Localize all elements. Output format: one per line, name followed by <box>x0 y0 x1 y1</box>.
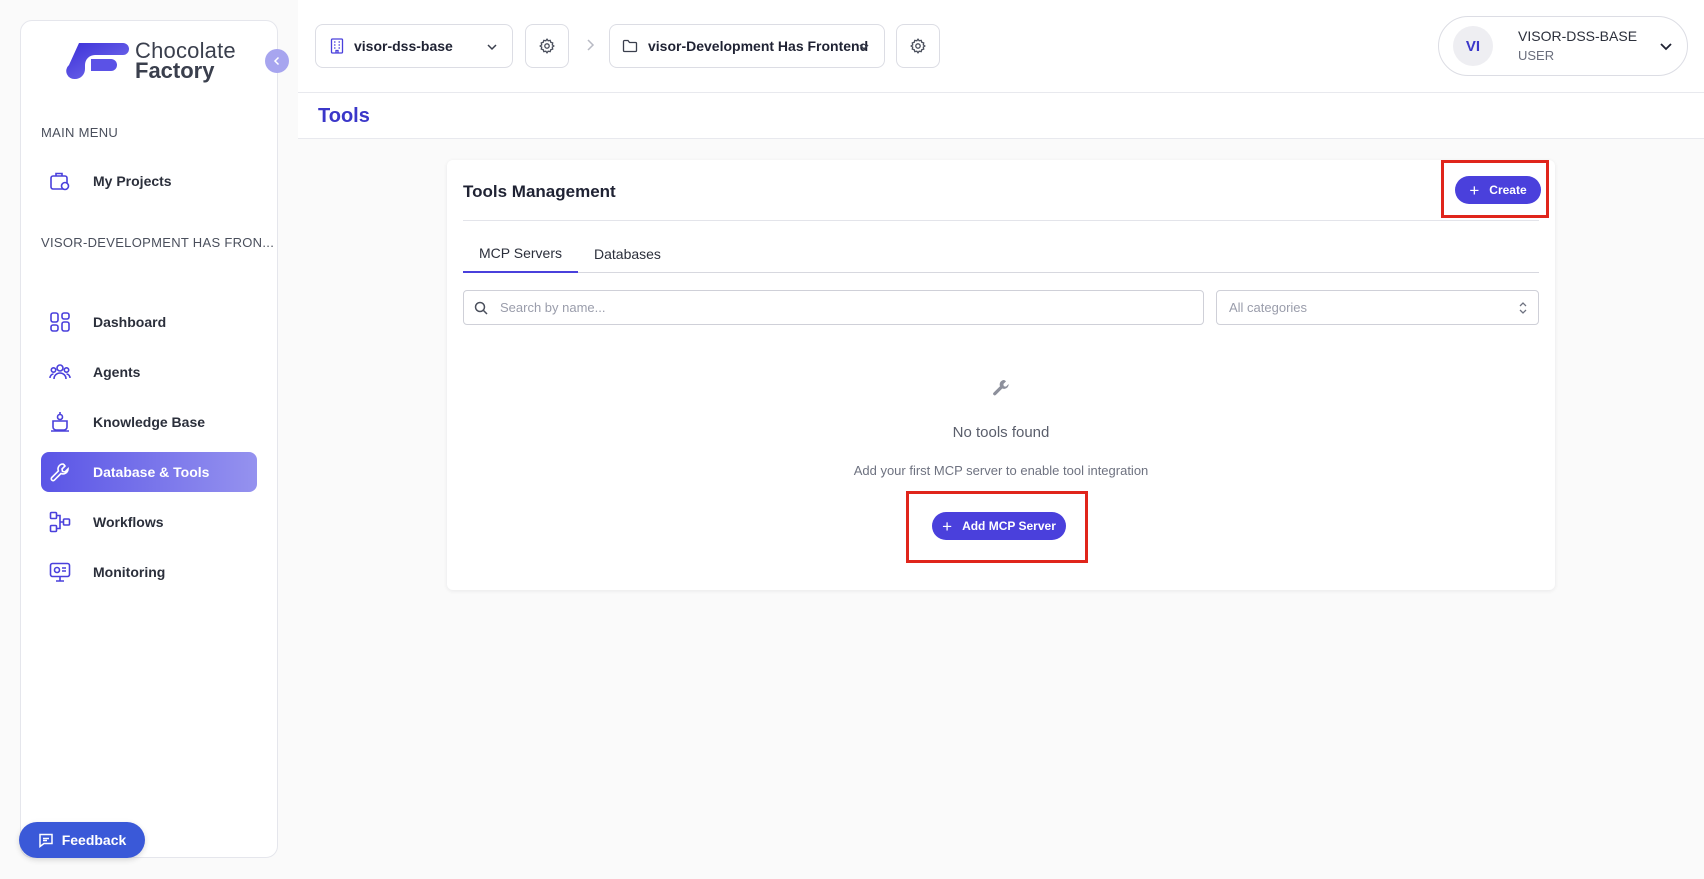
divider <box>463 220 1539 221</box>
main-menu-title: MAIN MENU <box>41 125 119 140</box>
chevron-down-icon <box>1659 39 1673 53</box>
chevron-down-icon <box>858 41 870 53</box>
user-role: USER <box>1518 48 1555 63</box>
sidebar-item-my-projects[interactable]: My Projects <box>41 161 257 201</box>
avatar: VI <box>1453 26 1493 66</box>
organization-settings-button[interactable] <box>525 24 569 68</box>
chocolate-factory-logo-icon <box>65 39 129 83</box>
folder-icon <box>622 39 638 53</box>
search-input[interactable] <box>500 300 1180 315</box>
page-title: Tools <box>318 105 370 127</box>
empty-state-subtitle: Add your first MCP server to enable tool… <box>853 463 1149 478</box>
organization-selector[interactable]: visor-dss-base <box>315 24 513 68</box>
project-name: visor-Development Has Frontend <box>648 38 869 54</box>
sidebar-item-label: Monitoring <box>93 564 166 580</box>
tab-mcp-servers[interactable]: MCP Servers <box>463 235 578 273</box>
plus-icon: + <box>1469 180 1480 200</box>
category-select-value: All categories <box>1229 300 1308 315</box>
organization-name: visor-dss-base <box>354 38 453 54</box>
add-mcp-server-button[interactable]: + Add MCP Server <box>932 512 1066 540</box>
feedback-label: Feedback <box>61 832 127 848</box>
card-title: Tools Management <box>463 182 616 201</box>
projects-icon <box>49 170 71 192</box>
sidebar-item-workflows[interactable]: Workflows <box>41 502 257 542</box>
agents-icon <box>49 361 71 383</box>
sidebar-item-knowledge-base[interactable]: Knowledge Base <box>41 402 257 442</box>
create-button[interactable]: + Create <box>1455 176 1541 204</box>
add-mcp-server-highlight: + Add MCP Server <box>906 491 1088 563</box>
page-header: Tools <box>298 93 1704 139</box>
user-menu[interactable]: VI VISOR-DSS-BASE USER <box>1438 16 1688 76</box>
breadcrumb-chevron-icon <box>584 38 596 52</box>
sidebar-item-label: Agents <box>93 364 141 380</box>
sidebar-item-monitoring[interactable]: Monitoring <box>41 552 257 592</box>
workflows-icon <box>49 511 71 533</box>
gear-icon <box>539 38 555 54</box>
tools-management-card: Tools Management + Create MCP Servers Da… <box>447 160 1555 590</box>
sidebar-item-label: Workflows <box>93 514 164 530</box>
brand-logo[interactable]: Chocolate Factory <box>65 39 236 83</box>
sidebar-item-database-tools[interactable]: Database & Tools <box>41 452 257 492</box>
chat-bubble-icon <box>38 832 62 848</box>
create-label: Create <box>1489 183 1527 197</box>
wrench-icon <box>49 461 71 483</box>
add-mcp-server-label: Add MCP Server <box>962 519 1056 533</box>
plus-icon: + <box>942 516 953 536</box>
user-name: VISOR-DSS-BASE <box>1518 28 1638 44</box>
sidebar-item-label: Knowledge Base <box>93 414 206 430</box>
create-button-highlight: + Create <box>1441 160 1549 218</box>
feedback-button[interactable]: Feedback <box>19 822 145 858</box>
sidebar-item-label: My Projects <box>93 173 172 189</box>
project-section-title: VISOR-DEVELOPMENT HAS FRON... <box>41 235 275 250</box>
monitoring-icon <box>49 561 71 583</box>
brand-line-2: Factory <box>135 58 215 83</box>
gear-icon <box>910 38 926 54</box>
chevron-down-icon <box>486 41 498 53</box>
tab-bar: MCP Servers Databases <box>463 235 1539 273</box>
collapse-sidebar-button[interactable] <box>265 49 289 73</box>
knowledge-base-icon <box>49 411 71 433</box>
sidebar-item-label: Dashboard <box>93 314 167 330</box>
wrench-icon <box>991 378 1011 398</box>
dashboard-icon <box>49 311 71 333</box>
chevron-left-icon <box>272 56 282 66</box>
category-select[interactable]: All categories <box>1216 290 1539 325</box>
search-box <box>463 290 1204 325</box>
sidebar-item-dashboard[interactable]: Dashboard <box>41 302 257 342</box>
sort-arrows-icon <box>1518 301 1528 315</box>
sidebar: Chocolate Factory MAIN MENU My Projects … <box>20 20 289 858</box>
sidebar-item-label: Database & Tools <box>93 464 210 480</box>
empty-state-title: No tools found <box>952 424 1050 441</box>
search-icon <box>474 301 488 315</box>
tab-databases[interactable]: Databases <box>578 235 677 273</box>
top-bar: visor-dss-base visor-Development Has Fro… <box>298 0 1704 93</box>
sidebar-item-agents[interactable]: Agents <box>41 352 257 392</box>
project-settings-button[interactable] <box>896 24 940 68</box>
project-selector[interactable]: visor-Development Has Frontend <box>609 24 885 68</box>
building-icon <box>330 38 344 54</box>
